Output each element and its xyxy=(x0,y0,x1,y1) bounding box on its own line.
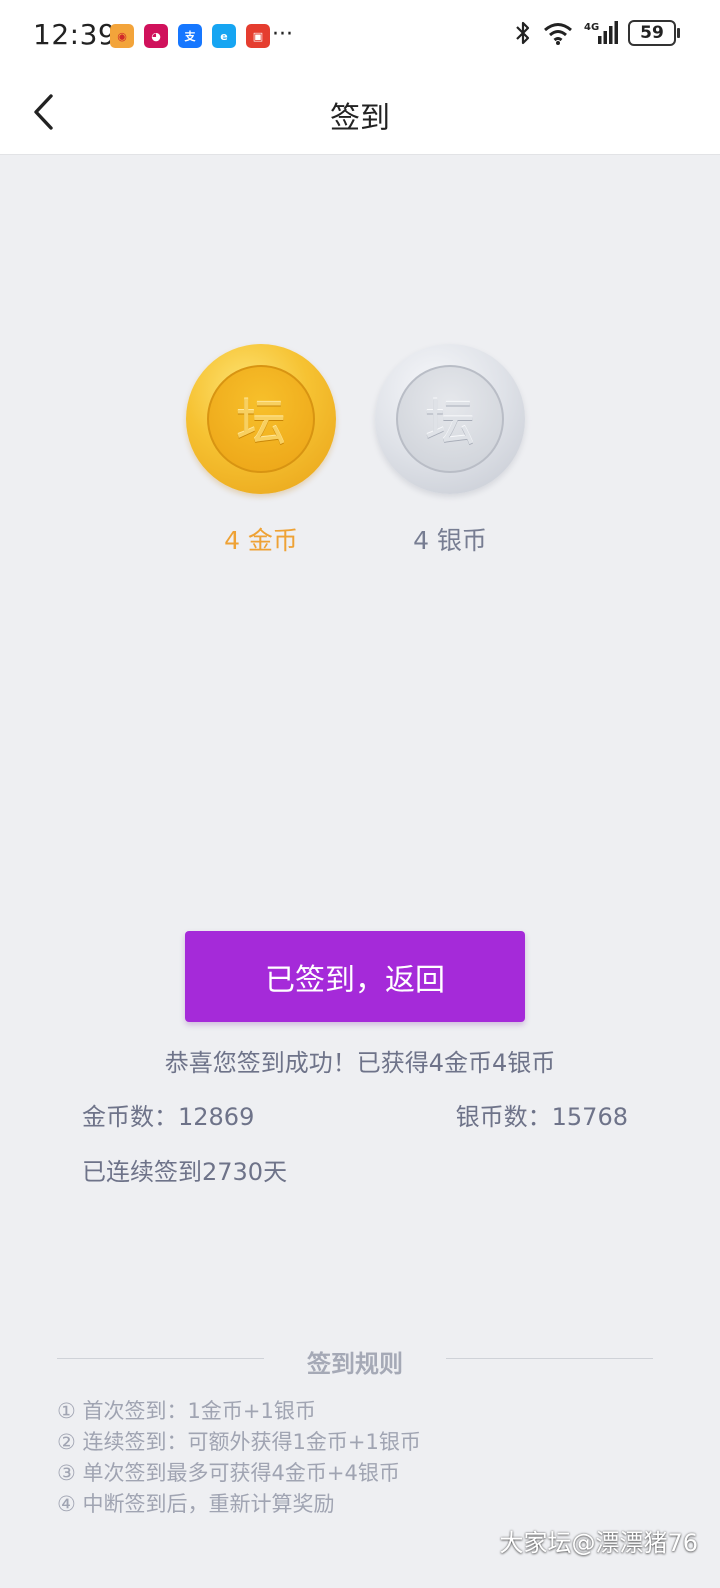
app-icon: ▣ xyxy=(246,24,270,48)
weibo-icon: ◉ xyxy=(110,24,134,48)
silver-coin-face: 坛 xyxy=(396,365,504,473)
rules-divider-left xyxy=(57,1358,264,1359)
battery-icon: 59 xyxy=(628,20,680,46)
alipay-icon: 支 xyxy=(178,24,202,48)
svg-text:4G: 4G xyxy=(584,22,599,33)
rule-item: ② 连续签到：可额外获得1金币+1银币 xyxy=(57,1430,421,1454)
silver-coin-label: 4 银币 xyxy=(413,526,487,555)
success-message: 恭喜您签到成功！已获得4金币4银币 xyxy=(164,1049,556,1077)
silver-count: 银币数：15768 xyxy=(455,1103,628,1131)
status-time: 12:39 xyxy=(33,18,117,51)
rule-item: ④ 中断签到后，重新计算奖励 xyxy=(57,1492,335,1516)
rules-title: 签到规则 xyxy=(307,1350,403,1378)
page-title: 签到 xyxy=(330,101,390,136)
system-icons: 4G 59 xyxy=(514,20,680,46)
signed-return-button[interactable]: 已签到，返回 xyxy=(185,931,525,1022)
streak-days: 已连续签到2730天 xyxy=(82,1158,288,1186)
nav-bar: 签到 xyxy=(0,72,720,155)
signal-icon: 4G xyxy=(584,21,618,44)
gold-count: 金币数：12869 xyxy=(82,1103,255,1131)
tmall-icon: ◕ xyxy=(144,24,168,48)
gold-coin-label: 4 金币 xyxy=(224,526,298,555)
wifi-icon xyxy=(544,23,572,45)
watermark: 大家坛@漂漂猪76 xyxy=(499,1529,698,1557)
status-bar: 12:39 ◉ ◕ 支 e ▣ ··· 4G 59 xyxy=(0,0,720,72)
eleme-icon: e xyxy=(212,24,236,48)
silver-coin-icon: 坛 xyxy=(375,344,525,494)
rule-item: ③ 单次签到最多可获得4金币+4银币 xyxy=(57,1461,400,1485)
rules-divider-right xyxy=(446,1358,653,1359)
gold-coin-face: 坛 xyxy=(207,365,315,473)
more-notifications-icon: ··· xyxy=(272,22,293,47)
rule-item: ① 首次签到：1金币+1银币 xyxy=(57,1399,316,1423)
gold-coin-icon: 坛 xyxy=(186,344,336,494)
notification-icons: ◉ ◕ 支 e ▣ xyxy=(110,24,270,48)
rules-list: ① 首次签到：1金币+1银币 ② 连续签到：可额外获得1金币+1银币 ③ 单次签… xyxy=(57,1396,421,1520)
bluetooth-icon xyxy=(516,21,530,45)
